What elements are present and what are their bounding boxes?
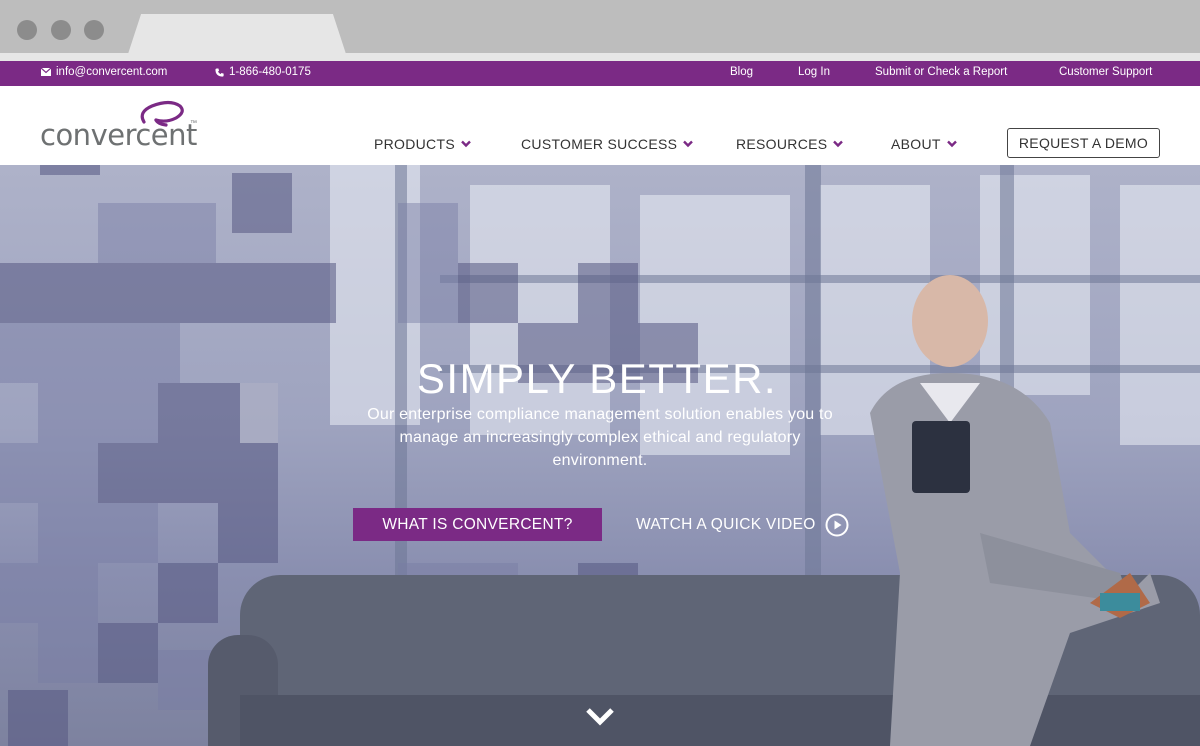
person-image — [870, 275, 1160, 746]
chevron-down-icon — [946, 140, 957, 148]
request-demo-button[interactable]: REQUEST A DEMO — [1007, 128, 1160, 158]
blog-link-label: Blog — [730, 66, 754, 78]
watch-video-label: WATCH A QUICK VIDEO — [636, 516, 816, 533]
nav-products-label: PRODUCTS — [374, 136, 455, 152]
play-circle-icon — [825, 513, 849, 537]
customer-support-link[interactable]: Customer Support — [1059, 66, 1152, 78]
main-header: convercent ™ PRODUCTS CUSTOMER SUCCESS R… — [0, 86, 1200, 165]
nav-resources[interactable]: RESOURCES — [736, 136, 844, 152]
hero-subtitle: Our enterprise compliance management sol… — [367, 406, 833, 469]
what-is-convercent-button[interactable]: WHAT IS CONVERCENT? — [353, 508, 602, 541]
phone-text: 1-866-480-0175 — [229, 66, 311, 78]
chevron-down-icon[interactable] — [584, 705, 616, 729]
email-text: info@convercent.com — [56, 66, 168, 78]
tab-strip-base — [0, 53, 1200, 61]
hero-section: SIMPLY BETTER. Our enterprise compliance… — [0, 165, 1200, 746]
submit-report-label: Submit or Check a Report — [875, 66, 1008, 78]
chevron-down-icon — [683, 140, 694, 148]
trademark-symbol: ™ — [190, 120, 197, 127]
chevron-down-icon — [461, 140, 471, 148]
nav-products[interactable]: PRODUCTS — [374, 136, 471, 152]
login-link-label: Log In — [798, 66, 830, 78]
utility-bar: info@convercent.com 1-866-480-0175 Blog … — [0, 61, 1200, 86]
envelope-icon — [41, 68, 51, 76]
window-maximize-dot[interactable] — [84, 20, 104, 40]
nav-customer-success[interactable]: CUSTOMER SUCCESS — [521, 136, 694, 152]
watch-video-link[interactable]: WATCH A QUICK VIDEO — [636, 513, 849, 537]
blog-link[interactable]: Blog — [730, 66, 753, 78]
nav-about[interactable]: ABOUT — [891, 136, 957, 152]
email-link[interactable]: info@convercent.com — [41, 66, 167, 78]
customer-support-label: Customer Support — [1059, 66, 1153, 78]
phone-icon — [215, 67, 224, 77]
nav-customer-success-label: CUSTOMER SUCCESS — [521, 136, 678, 152]
browser-tab[interactable] — [128, 14, 346, 54]
chevron-down-icon — [833, 140, 844, 148]
phone-link[interactable]: 1-866-480-0175 — [215, 66, 311, 78]
brand-wordmark: convercent — [40, 118, 197, 152]
hero-title: SIMPLY BETTER. — [416, 355, 778, 402]
nav-resources-label: RESOURCES — [736, 136, 828, 152]
window-minimize-dot[interactable] — [51, 20, 71, 40]
convercent-logo[interactable]: convercent ™ — [40, 98, 200, 154]
browser-chrome — [0, 0, 1200, 61]
login-link[interactable]: Log In — [798, 66, 830, 78]
submit-report-link[interactable]: Submit or Check a Report — [875, 66, 1007, 78]
nav-about-label: ABOUT — [891, 136, 941, 152]
window-close-dot[interactable] — [17, 20, 37, 40]
